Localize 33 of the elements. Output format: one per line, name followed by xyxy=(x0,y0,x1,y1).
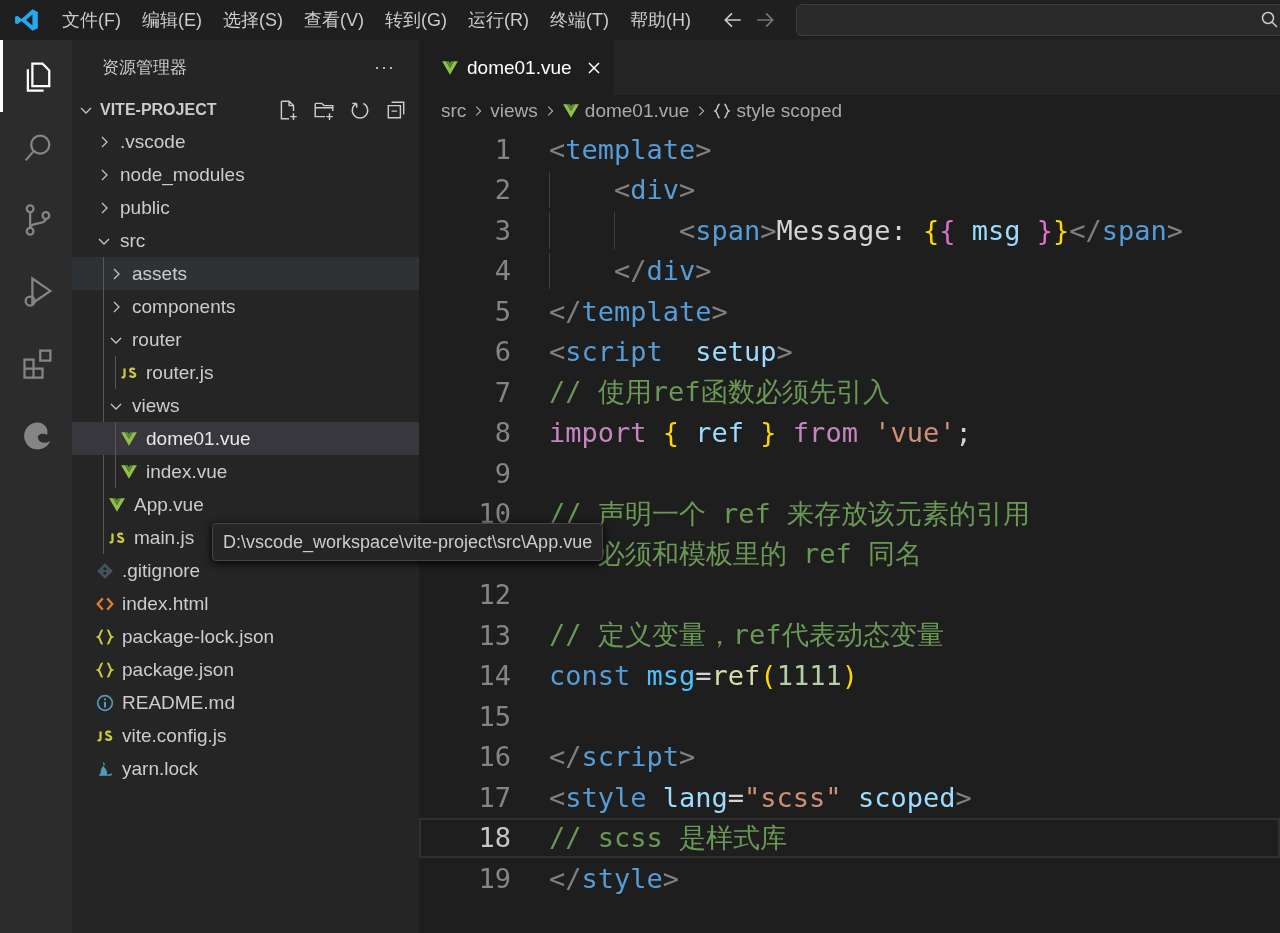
line-number: 5 xyxy=(494,295,511,327)
code-line: </script> xyxy=(549,741,696,773)
code-line: // 使用ref函数必须先引入 xyxy=(549,375,890,410)
line-number: 17 xyxy=(478,781,511,813)
line-number: 2 xyxy=(494,174,511,206)
line-number: 3 xyxy=(494,214,511,246)
line-number: 7 xyxy=(494,376,511,408)
line-number: 12 xyxy=(478,579,511,611)
line-number: 9 xyxy=(494,457,511,489)
code-line: <template> xyxy=(549,133,712,165)
code-line: const msg=ref(1111) xyxy=(549,660,858,692)
line-number: 16 xyxy=(478,741,511,773)
line-number: 13 xyxy=(478,619,511,651)
file-path-tooltip: D:\vscode_workspace\vite-project\src\App.vue xyxy=(212,523,604,561)
code-line: <div> xyxy=(613,174,696,206)
line-number: 15 xyxy=(478,700,511,732)
code-line: <script setup> xyxy=(549,336,793,368)
code-line: </div> xyxy=(613,255,712,287)
line-number: 19 xyxy=(478,862,511,894)
line-number: 8 xyxy=(494,417,511,449)
code-line: // scss 是样式库 xyxy=(549,820,788,855)
line-number: 1 xyxy=(494,133,511,165)
code-line: // 定义变量，ref代表动态变量 xyxy=(549,618,944,653)
line-number: 18 xyxy=(478,822,511,854)
code-line: </style> xyxy=(549,862,680,894)
code-line: import { ref } from 'vue'; xyxy=(549,417,972,449)
code-line: </template> xyxy=(549,295,728,327)
code-line: <style lang="scss" scoped> xyxy=(549,781,972,813)
code-line: <span>Message: {{ msg }}</span> xyxy=(678,214,1184,246)
line-number: 6 xyxy=(494,336,511,368)
line-number: 14 xyxy=(478,660,511,692)
line-number: 4 xyxy=(494,255,511,287)
explorer-title: 资源管理器 xyxy=(102,57,187,79)
